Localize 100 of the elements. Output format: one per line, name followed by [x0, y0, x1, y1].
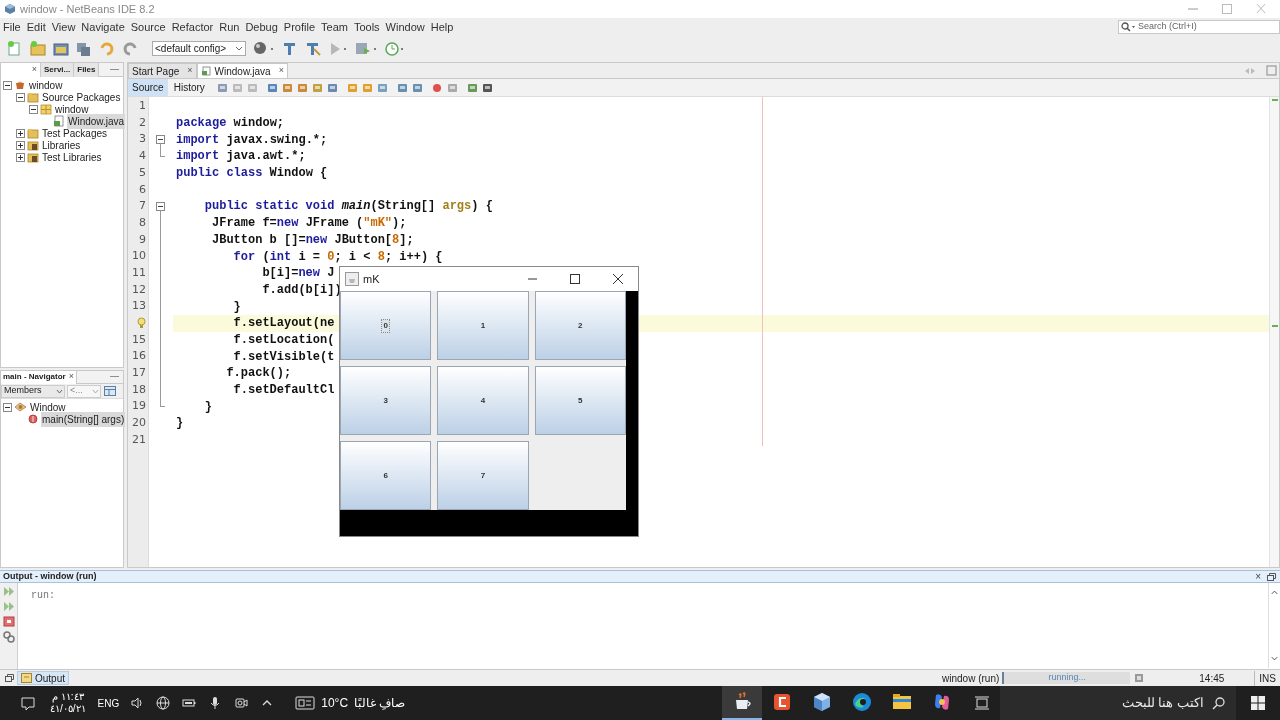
code-line: package window; — [176, 115, 285, 133]
search-icon — [1212, 696, 1226, 710]
menu-item[interactable]: Tools — [353, 18, 380, 36]
line-number: 3 — [139, 131, 146, 148]
code-line: f.setLocation( — [232, 331, 335, 349]
windows-logo-icon[interactable] — [1250, 695, 1266, 711]
grid-button[interactable]: 7 — [437, 441, 529, 510]
menu-item[interactable]: Navigate — [81, 18, 125, 36]
language-indicator[interactable]: ENG — [97, 695, 120, 711]
code-line: public class Window { — [176, 165, 328, 183]
collapse-icon[interactable] — [3, 402, 12, 412]
menu-item[interactable]: Help — [430, 18, 454, 36]
error-stripe-mark — [1272, 325, 1278, 327]
lightbulb-icon[interactable] — [137, 317, 146, 330]
insert-mode: INS — [1254, 670, 1276, 686]
code-line: f.setLayout(ne — [232, 315, 335, 333]
task-view-icon[interactable] — [974, 695, 990, 711]
panel-tab[interactable]: × — [1, 62, 41, 77]
camera-icon[interactable] — [233, 695, 250, 711]
line-number: 15 — [132, 331, 146, 348]
config-dropdown[interactable]: <default config> — [152, 40, 246, 56]
grid-button[interactable]: 1 — [437, 291, 529, 360]
folder-icon — [27, 127, 39, 139]
collapse-icon[interactable] — [16, 92, 25, 102]
close-tab-button[interactable]: × — [68, 370, 74, 384]
globe-icon[interactable] — [155, 695, 172, 711]
expand-icon[interactable] — [16, 152, 25, 162]
code-line: JFrame f=new JFrame ("mK"); — [211, 215, 407, 233]
grid-button[interactable]: 5 — [534, 366, 626, 435]
menu-item[interactable]: Refactor — [171, 18, 214, 36]
new-file-icon[interactable] — [6, 39, 23, 57]
menu-item[interactable]: Team — [321, 18, 348, 36]
editor-tab[interactable]: Window.java × — [196, 63, 288, 78]
code-line: f.add(b[i]) — [261, 281, 342, 299]
tree-item[interactable]: Window.java — [67, 113, 126, 129]
panel-title: Output - window (run) — [3, 569, 97, 583]
grid-button[interactable]: 6 — [340, 441, 432, 510]
close-button[interactable]: × — [1255, 569, 1261, 584]
panel-tab[interactable]: main - Navigator × — [1, 370, 77, 384]
close-tab-button[interactable]: × — [187, 64, 193, 78]
collapse-icon[interactable] — [29, 104, 38, 114]
menu-item[interactable]: Run — [219, 18, 240, 36]
filter-dropdown[interactable]: <... — [67, 384, 101, 398]
new-project-icon[interactable] — [29, 39, 46, 57]
expand-icon[interactable] — [16, 128, 25, 138]
search-icon — [1121, 22, 1135, 32]
output-tab[interactable]: Output — [17, 671, 70, 685]
close-tab-button[interactable]: × — [278, 64, 284, 78]
grid-button[interactable]: 2 — [534, 291, 626, 360]
search-field[interactable]: Search (Ctrl+I) — [1118, 20, 1280, 34]
grid-button[interactable]: 0 — [340, 291, 432, 360]
java-app-icon — [345, 272, 359, 286]
code-line: public static void main(String[] args) { — [203, 198, 493, 216]
taskbar-app[interactable] — [722, 686, 762, 720]
code-line: f.setVisible(t — [232, 348, 335, 366]
menu-item[interactable]: File — [3, 18, 21, 36]
menu-item[interactable]: Window — [385, 18, 425, 36]
minimize-button[interactable]: — — [110, 370, 123, 384]
profile-icon[interactable] — [384, 39, 405, 57]
taskbar-search-field[interactable]: اكتب هنا للبحث — [1000, 686, 1236, 720]
record-macro-icon[interactable] — [430, 81, 444, 94]
view-tab[interactable]: History — [169, 79, 209, 96]
globe-icon[interactable] — [252, 39, 275, 57]
members-dropdown[interactable]: Members — [1, 384, 65, 398]
line-number: 7 — [139, 198, 146, 215]
tree-item[interactable]: main(String[] args) — [41, 411, 126, 427]
scrollbar-arrows-icon[interactable] — [1268, 583, 1280, 668]
code-line: import java.awt.*; — [176, 148, 306, 166]
editor-tab[interactable]: Start Page × — [128, 63, 197, 78]
stop-task-icon[interactable] — [1134, 673, 1145, 683]
stop-icon[interactable] — [2, 616, 15, 627]
table-icon[interactable] — [103, 385, 117, 397]
expand-icon[interactable] — [16, 140, 25, 150]
minimize-button[interactable]: — — [110, 62, 123, 77]
output-text: run: — [31, 590, 55, 601]
panel-tab[interactable]: Servi... — [41, 62, 75, 77]
restore-icon[interactable] — [3, 673, 15, 683]
panel-tab[interactable]: Files — [74, 62, 100, 77]
collapse-icon[interactable] — [3, 80, 12, 90]
grid-button[interactable]: 4 — [437, 366, 529, 435]
status-text: window (run) — [942, 671, 1000, 686]
restore-icon[interactable] — [1265, 571, 1277, 582]
gears-icon[interactable] — [2, 631, 15, 643]
menu-item[interactable]: Profile — [283, 18, 315, 36]
line-number: 12 — [132, 281, 146, 298]
menu-item[interactable]: Source — [130, 18, 166, 36]
close-tab-button[interactable]: × — [31, 62, 37, 77]
line-number: 5 — [139, 164, 146, 181]
menu-item[interactable]: View — [51, 18, 76, 36]
view-tab[interactable]: Source — [128, 79, 168, 96]
line-number: 21 — [132, 431, 146, 448]
grid-button[interactable]: 3 — [340, 366, 432, 435]
line-number: 13 — [132, 298, 146, 315]
line-number: 8 — [139, 214, 146, 231]
java-file-icon — [53, 115, 65, 127]
menu-item[interactable]: Debug — [245, 18, 278, 36]
cursor-position: 14:45 — [1199, 671, 1225, 686]
line-number: 10 — [132, 248, 146, 265]
menu-item[interactable]: Edit — [26, 18, 46, 36]
notification-icon[interactable] — [20, 695, 36, 711]
